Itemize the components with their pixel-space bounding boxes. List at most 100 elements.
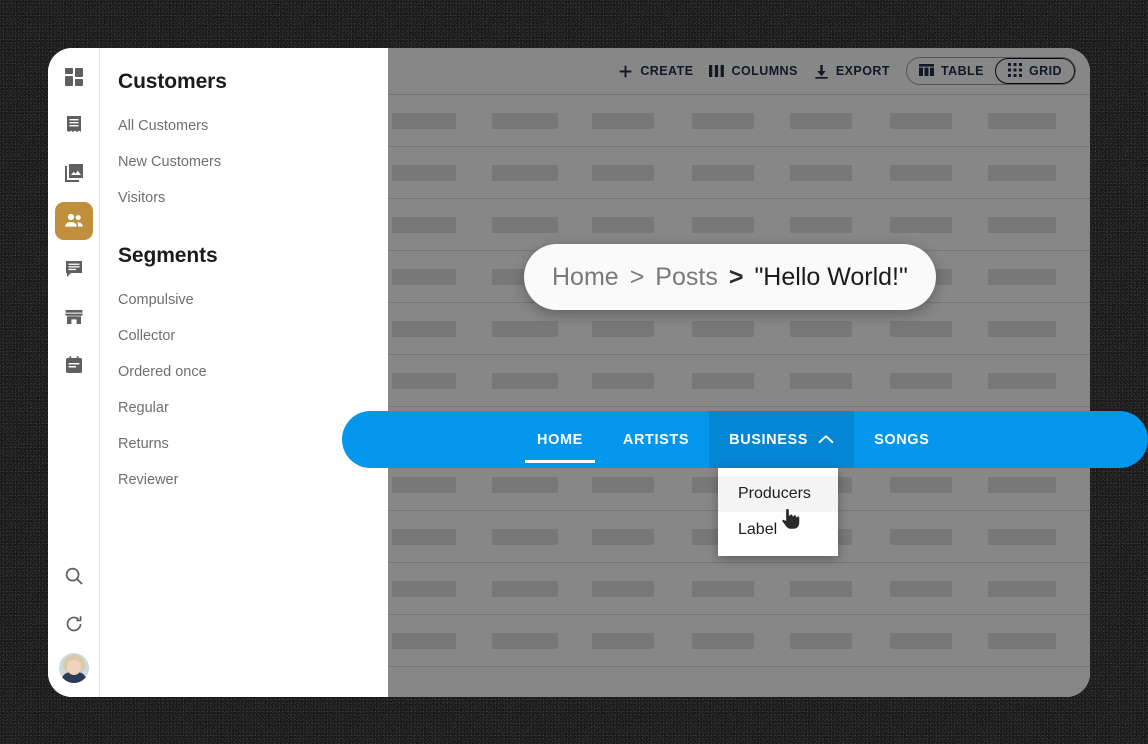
table-row[interactable] — [388, 147, 1090, 199]
table-cell-placeholder — [492, 372, 558, 389]
breadcrumb-item-posts[interactable]: Posts — [655, 263, 718, 292]
table-cell-placeholder — [592, 528, 654, 545]
refresh-button[interactable] — [55, 605, 93, 643]
icon-rail — [48, 48, 100, 697]
sidebar-item-customers[interactable] — [54, 202, 93, 240]
sidebar-item-dashboard[interactable] — [55, 58, 93, 96]
table-cell-placeholder — [790, 580, 852, 597]
table-cell-placeholder — [988, 112, 1056, 129]
export-button[interactable]: EXPORT — [814, 64, 890, 79]
table-cell-placeholder — [890, 528, 952, 545]
table-cell-placeholder — [592, 372, 654, 389]
sidebar-link-new-customers[interactable]: New Customers — [118, 144, 388, 180]
view-toggle-group: TABLE GRID — [905, 57, 1076, 85]
table-cell-placeholder — [492, 216, 558, 233]
sidebar-item-events[interactable] — [55, 346, 93, 384]
table-cell-placeholder — [692, 632, 754, 649]
nav-tab-artists[interactable]: ARTISTS — [603, 411, 709, 468]
table-cell-placeholder — [890, 372, 952, 389]
table-cell-placeholder — [392, 164, 456, 181]
table-cell-placeholder — [890, 476, 952, 493]
photo-library-icon — [64, 163, 84, 183]
table-cell-placeholder — [790, 216, 852, 233]
table-cell-placeholder — [392, 372, 456, 389]
table-cell-placeholder — [988, 268, 1056, 285]
table-cell-placeholder — [790, 632, 852, 649]
table-cell-placeholder — [988, 580, 1056, 597]
table-cell-placeholder — [492, 112, 558, 129]
table-cell-placeholder — [692, 164, 754, 181]
search-icon — [64, 566, 84, 586]
store-icon — [64, 307, 84, 327]
sidebar-section-title-segments: Segments — [118, 244, 218, 267]
table-cell-placeholder — [988, 164, 1056, 181]
table-cell-placeholder — [790, 320, 852, 337]
table-cell-placeholder — [392, 580, 456, 597]
table-cell-placeholder — [492, 528, 558, 545]
table-view-icon — [918, 63, 934, 80]
table-cell-placeholder — [890, 112, 952, 129]
create-button[interactable]: CREATE — [618, 64, 693, 79]
app-window: Customers All Customers New Customers Vi… — [48, 48, 1090, 697]
table-cell-placeholder — [890, 320, 952, 337]
view-table-button[interactable]: TABLE — [907, 58, 996, 84]
table-row[interactable] — [388, 563, 1090, 615]
receipt-icon — [64, 115, 84, 135]
sidebar-link-ordered-once[interactable]: Ordered once — [118, 354, 388, 390]
table-cell-placeholder — [392, 268, 456, 285]
view-grid-button[interactable]: GRID — [994, 58, 1075, 84]
table-cell-placeholder — [790, 372, 852, 389]
nav-tab-label: BUSINESS — [729, 431, 809, 448]
people-icon — [63, 210, 85, 232]
sidebar-item-media[interactable] — [55, 154, 93, 192]
nav-tab-business[interactable]: BUSINESS — [709, 411, 855, 468]
calendar-icon — [64, 355, 84, 375]
grid-view-icon — [1007, 62, 1022, 80]
table-cell-placeholder — [392, 528, 456, 545]
avatar[interactable] — [58, 653, 89, 683]
columns-button[interactable]: COLUMNS — [709, 64, 797, 78]
menu-item-producers[interactable]: Producers — [718, 476, 838, 512]
table-row[interactable] — [388, 303, 1090, 355]
nav-tab-songs[interactable]: SONGS — [854, 411, 949, 468]
sidebar-item-messages[interactable] — [55, 250, 93, 288]
sidebar-link-compulsive[interactable]: Compulsive — [118, 282, 388, 318]
table-cell-placeholder — [692, 372, 754, 389]
sidebar-section-title-customers: Customers — [118, 70, 227, 93]
sidebar-item-store[interactable] — [55, 298, 93, 336]
breadcrumb-separator: > — [629, 262, 645, 291]
table-cell-placeholder — [890, 580, 952, 597]
table-cell-placeholder — [988, 476, 1056, 493]
breadcrumb-item-home[interactable]: Home — [552, 263, 619, 292]
avatar-face — [66, 660, 81, 675]
table-cell-placeholder — [392, 112, 456, 129]
search-button[interactable] — [55, 557, 93, 595]
nav-tab-home[interactable]: HOME — [517, 411, 603, 468]
nav-tab-label: SONGS — [874, 431, 930, 448]
sidebar-item-orders[interactable] — [55, 106, 93, 144]
sidebar-link-reviewer[interactable]: Reviewer — [118, 462, 388, 498]
view-table-label: TABLE — [940, 64, 984, 78]
table-cell-placeholder — [988, 216, 1056, 233]
table-cell-placeholder — [592, 216, 654, 233]
sidebar-link-collector[interactable]: Collector — [118, 318, 388, 354]
table-row[interactable] — [388, 355, 1090, 407]
table-cell-placeholder — [392, 632, 456, 649]
table-cell-placeholder — [692, 580, 754, 597]
content-area: CREATE COLUMNS EXPORT TABLE GRID — [388, 48, 1090, 697]
columns-button-label: COLUMNS — [731, 64, 798, 78]
export-button-label: EXPORT — [835, 64, 890, 78]
table-cell-placeholder — [592, 112, 654, 129]
table-row[interactable] — [388, 615, 1090, 667]
table-cell-placeholder — [592, 580, 654, 597]
table-cell-placeholder — [492, 164, 558, 181]
sidebar-link-all-customers[interactable]: All Customers — [118, 108, 388, 144]
menu-item-label[interactable]: Label — [718, 512, 838, 548]
breadcrumb-separator: > — [728, 262, 744, 291]
table-cell-placeholder — [988, 372, 1056, 389]
view-grid-label: GRID — [1028, 64, 1062, 78]
table-row[interactable] — [388, 95, 1090, 147]
sidebar-link-visitors[interactable]: Visitors — [118, 180, 388, 216]
dashboard-icon — [64, 67, 84, 87]
table-cell-placeholder — [890, 164, 952, 181]
